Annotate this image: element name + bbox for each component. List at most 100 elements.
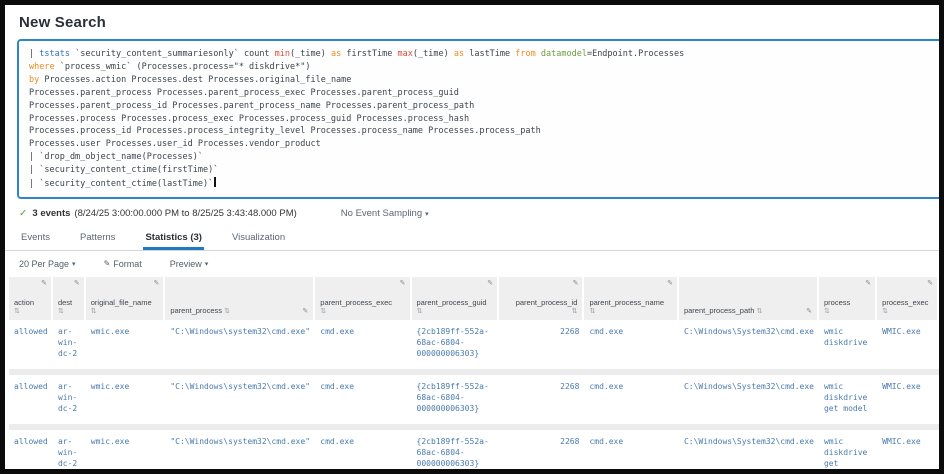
edit-column-icon[interactable]: ✎ <box>487 279 493 287</box>
edit-column-icon[interactable]: ✎ <box>806 307 812 315</box>
edit-column-icon[interactable]: ✎ <box>573 279 579 287</box>
cell-process[interactable]: wmic diskdrive <box>819 320 877 375</box>
sort-icon[interactable]: ⇅ <box>882 307 932 315</box>
table-body: allowedar-win-dc-2wmic.exe"C:\Windows\sy… <box>9 320 939 474</box>
per-page-label: 20 Per Page <box>19 259 69 269</box>
column-header-parent_process_name[interactable]: ✎parent_process_name⇅ <box>584 277 679 320</box>
cell-parent_process_id[interactable]: 2268 <box>499 430 584 474</box>
query-token: | `security_content_ctime(firstTime)` <box>29 165 218 175</box>
sort-icon[interactable]: ⇅ <box>58 307 79 315</box>
cell-original_file_name[interactable]: wmic.exe <box>86 375 166 430</box>
per-page-dropdown[interactable]: 20 Per Page▾ <box>19 259 76 269</box>
sort-icon[interactable]: ⇅ <box>91 307 159 315</box>
cell-process[interactable]: wmic diskdrive get model,size <box>819 430 877 474</box>
cell-parent_process[interactable]: "C:\Windows\system32\cmd.exe" <box>165 320 315 375</box>
cell-original_file_name[interactable]: wmic.exe <box>86 320 166 375</box>
cell-dest[interactable]: ar-win-dc-2 <box>53 320 86 375</box>
cell-parent_process_exec[interactable]: cmd.exe <box>315 375 411 430</box>
cell-parent_process_path[interactable]: C:\Windows\System32\cmd.exe <box>679 320 819 375</box>
edit-column-icon[interactable]: ✎ <box>41 279 47 287</box>
cell-parent_process_guid[interactable]: {2cb189ff-552a-68ac-6804-000000006303} <box>412 375 500 430</box>
cell-parent_process_id[interactable]: 2268 <box>499 320 584 375</box>
cell-process_exec[interactable]: WMIC.exe <box>877 320 939 375</box>
cell-parent_process_exec[interactable]: cmd.exe <box>315 320 411 375</box>
column-header-dest[interactable]: ✎dest⇅ <box>53 277 86 320</box>
cell-dest[interactable]: ar-win-dc-2 <box>53 430 86 474</box>
cell-parent_process_path[interactable]: C:\Windows\System32\cmd.exe <box>679 430 819 474</box>
cell-parent_process_guid[interactable]: {2cb189ff-552a-68ac-6804-000000006303} <box>412 320 500 375</box>
column-header-parent_process_path[interactable]: parent_process_path ⇅✎ <box>679 277 819 320</box>
query-line: Processes.parent_process Processes.paren… <box>29 87 930 100</box>
query-token: Processes.action Processes.dest Processe… <box>39 75 351 85</box>
format-label: Format <box>113 259 142 269</box>
cell-parent_process[interactable]: "C:\Windows\system32\cmd.exe" <box>165 375 315 430</box>
query-token: lastTime <box>464 49 515 59</box>
column-label: original_file_name <box>91 298 159 307</box>
event-sampling-dropdown[interactable]: No Event Sampling▾ <box>341 208 429 219</box>
column-header-process_exec[interactable]: ✎ process_exec⇅ <box>877 277 939 320</box>
column-header-parent_process_id[interactable]: ✎parent_process_id⇅ <box>499 277 584 320</box>
cell-original_file_name[interactable]: wmic.exe <box>86 430 166 474</box>
edit-column-icon[interactable]: ✎ <box>400 279 406 287</box>
sort-icon[interactable]: ⇅ <box>824 307 870 315</box>
sort-icon[interactable]: ⇅ <box>14 307 46 315</box>
cell-parent_process_name[interactable]: cmd.exe <box>584 375 679 430</box>
search-complete-check-icon: ✓ <box>19 208 27 219</box>
query-line: by Processes.action Processes.dest Proce… <box>29 74 930 87</box>
column-header-parent_process[interactable]: parent_process ⇅✎ <box>165 277 315 320</box>
column-label: process_exec <box>882 298 932 307</box>
cell-parent_process_name[interactable]: cmd.exe <box>584 430 679 474</box>
cell-process_exec[interactable]: WMIC.exe <box>877 430 939 474</box>
sort-icon[interactable]: ⇅ <box>224 308 230 315</box>
query-token: | <box>29 49 39 59</box>
search-query: | tstats `security_content_summariesonly… <box>29 48 930 191</box>
edit-column-icon[interactable]: ✎ <box>74 279 80 287</box>
query-token: as <box>454 49 464 59</box>
tab-events[interactable]: Events <box>19 227 52 250</box>
cell-parent_process_id[interactable]: 2268 <box>499 375 584 430</box>
query-line: Processes.parent_process_id Processes.pa… <box>29 100 930 113</box>
column-header-process[interactable]: ✎process⇅ <box>819 277 877 320</box>
cell-action[interactable]: allowed <box>9 375 53 430</box>
tab-statistics-3[interactable]: Statistics (3) <box>143 227 204 250</box>
page-title: New Search <box>5 5 939 38</box>
query-line: | `security_content_ctime(lastTime)` <box>29 177 930 191</box>
preview-dropdown[interactable]: Preview▾ <box>170 259 209 269</box>
edit-column-icon[interactable]: ✎ <box>667 279 673 287</box>
sort-icon[interactable]: ⇅ <box>757 308 763 315</box>
cell-parent_process_name[interactable]: cmd.exe <box>584 320 679 375</box>
table-row: allowedar-win-dc-2wmic.exe"C:\Windows\sy… <box>9 320 939 375</box>
column-header-action[interactable]: ✎action⇅ <box>9 277 53 320</box>
column-header-original_file_name[interactable]: ✎ original_file_name⇅ <box>86 277 166 320</box>
query-token: `security_content_summariesonly` count <box>70 49 275 59</box>
cell-dest[interactable]: ar-win-dc-2 <box>53 375 86 430</box>
sort-icon[interactable]: ⇅ <box>589 307 672 315</box>
edit-column-icon[interactable]: ✎ <box>865 279 871 287</box>
cell-parent_process_exec[interactable]: cmd.exe <box>315 430 411 474</box>
cell-parent_process_path[interactable]: C:\Windows\System32\cmd.exe <box>679 375 819 430</box>
edit-column-icon[interactable]: ✎ <box>927 279 933 287</box>
edit-column-icon[interactable]: ✎ <box>153 279 159 287</box>
cell-action[interactable]: allowed <box>9 320 53 375</box>
tab-patterns[interactable]: Patterns <box>78 227 117 250</box>
event-sampling-label: No Event Sampling <box>341 208 422 219</box>
sort-icon[interactable]: ⇅ <box>504 307 577 315</box>
sort-icon[interactable]: ⇅ <box>320 307 404 315</box>
format-button[interactable]: ✎Format <box>104 259 142 269</box>
cell-parent_process_guid[interactable]: {2cb189ff-552a-68ac-6804-000000006303} <box>412 430 500 474</box>
cell-action[interactable]: allowed <box>9 430 53 474</box>
query-token: Processes.parent_process Processes.paren… <box>29 88 459 98</box>
preview-label: Preview <box>170 259 202 269</box>
query-token: from <box>515 49 535 59</box>
cell-process[interactable]: wmic diskdrive get model <box>819 375 877 430</box>
column-header-parent_process_guid[interactable]: ✎parent_process_guid⇅ <box>412 277 500 320</box>
query-line: | tstats `security_content_summariesonly… <box>29 48 930 61</box>
edit-column-icon[interactable]: ✎ <box>302 307 308 315</box>
statistics-table: ✎action⇅✎dest⇅✎original_file_name⇅parent… <box>9 277 939 474</box>
cell-process_exec[interactable]: WMIC.exe <box>877 375 939 430</box>
search-query-input[interactable]: | tstats `security_content_summariesonly… <box>17 39 942 199</box>
cell-parent_process[interactable]: "C:\Windows\system32\cmd.exe" <box>165 430 315 474</box>
sort-icon[interactable]: ⇅ <box>417 307 493 315</box>
column-header-parent_process_exec[interactable]: ✎parent_process_exec⇅ <box>315 277 411 320</box>
tab-visualization[interactable]: Visualization <box>230 227 287 250</box>
